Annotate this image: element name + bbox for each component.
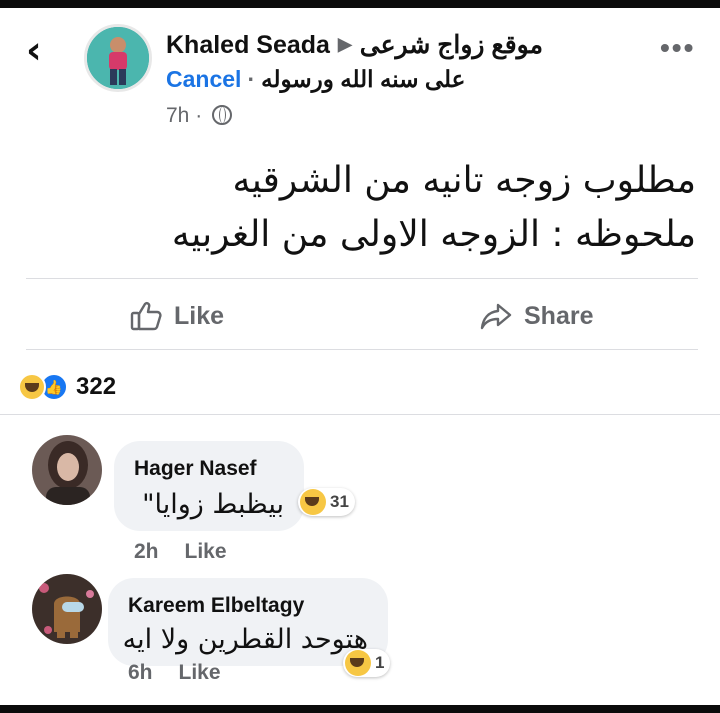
group-tagline: على سنه الله ورسوله (261, 66, 466, 92)
globe-icon (212, 105, 233, 125)
post-text-line: ملحوظه : الزوجه الاولى من الغربيه (171, 214, 696, 255)
share-icon (480, 303, 512, 330)
commenter-avatar[interactable] (32, 435, 102, 505)
back-button[interactable]: ‹ (26, 30, 56, 70)
commenter-avatar[interactable] (32, 574, 102, 644)
like-button[interactable]: Like (130, 293, 224, 339)
divider (0, 414, 720, 415)
caret-right-icon: ▶ (337, 34, 352, 54)
commenter-name[interactable]: Kareem Elbeltagy (128, 594, 304, 618)
comment-reaction-count: 1 (375, 653, 385, 672)
post-meta: 7h · (166, 104, 233, 134)
comment-meta: 2h Like (134, 540, 227, 564)
post-body: مطلوب زوجه تانيه من الشرقيه ملحوظه : الز… (56, 154, 696, 262)
comment-time[interactable]: 2h (134, 540, 159, 563)
separator-dot: · (247, 66, 256, 92)
author-avatar[interactable] (84, 24, 152, 92)
reactions-summary[interactable]: 👍 322 (18, 368, 116, 406)
commenter-avatar-image (32, 574, 102, 644)
author-avatar-image (87, 27, 149, 89)
post-text-line: مطلوب زوجه تانيه من الشرقيه (232, 160, 697, 201)
haha-icon (300, 489, 326, 515)
cancel-link[interactable]: Cancel (166, 66, 241, 92)
more-options-button[interactable]: ••• (660, 32, 700, 63)
post-header-subtitle: Cancel · على سنه الله ورسوله (166, 66, 606, 100)
divider (26, 278, 698, 279)
post-screen: ‹ Khaled Seada ▶ موقع زواج شرعى Cancel · على… (0, 8, 720, 705)
comment-text: بيظبط زوايا" (142, 489, 284, 520)
share-button[interactable]: Share (480, 293, 593, 339)
commenter-name[interactable]: Hager Nasef (134, 457, 257, 481)
commenter-avatar-image (32, 435, 102, 505)
reaction-count: 322 (76, 373, 117, 400)
comment-bubble[interactable]: Hager Nasef بيظبط زوايا" (114, 441, 304, 531)
comment-like-button[interactable]: Like (185, 540, 227, 563)
like-label: Like (174, 301, 225, 330)
haha-icon (345, 650, 371, 676)
comment-meta: 6h Like (128, 661, 221, 685)
thumbs-up-icon (130, 302, 162, 331)
author-name-link[interactable]: Khaled Seada (166, 31, 330, 59)
comment-reactions[interactable]: 1 (343, 649, 391, 677)
post-header-title: Khaled Seada ▶ موقع زواج شرعى (166, 30, 606, 64)
divider (26, 349, 698, 350)
group-name-link[interactable]: موقع زواج شرعى (360, 31, 543, 59)
post-time[interactable]: 7h (166, 104, 189, 127)
comment-reactions[interactable]: 31 (298, 488, 355, 516)
haha-icon (18, 373, 46, 401)
comment-reaction-count: 31 (330, 492, 349, 511)
share-label: Share (524, 301, 594, 330)
comment-text: هتوحد القطرين ولا ايه (122, 624, 368, 655)
comment-time[interactable]: 6h (128, 661, 153, 684)
comment-like-button[interactable]: Like (179, 661, 221, 684)
